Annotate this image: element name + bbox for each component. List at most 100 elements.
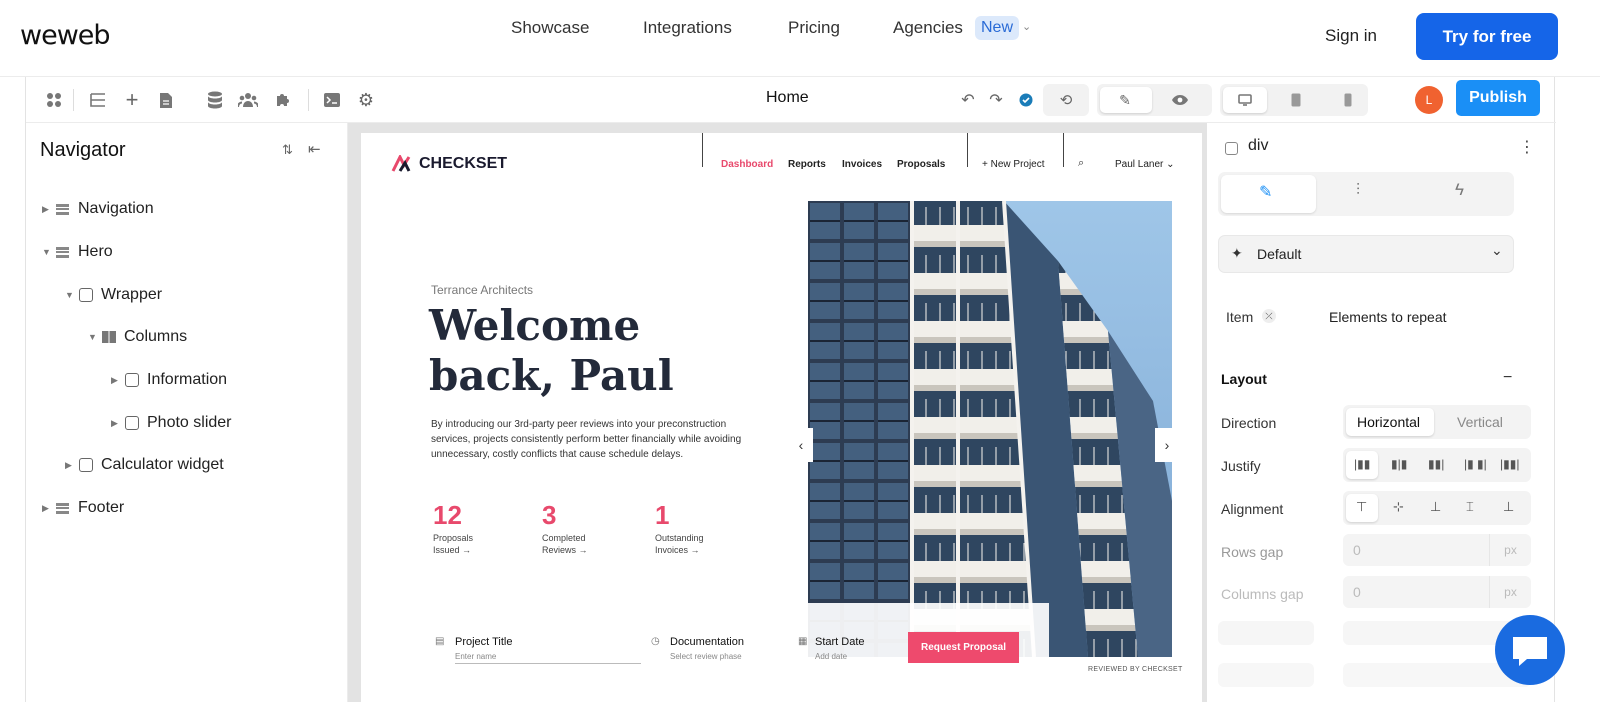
- caret-right-icon[interactable]: ▶: [111, 375, 125, 386]
- sync-icon[interactable]: ⟲: [1056, 90, 1076, 110]
- tablet-icon[interactable]: [1286, 90, 1306, 110]
- direction-vertical[interactable]: Vertical: [1457, 414, 1503, 430]
- justify-start-icon[interactable]: |▮▮: [1354, 457, 1370, 471]
- tree-item-calculator-widget[interactable]: ▶ Calculator widget: [65, 453, 224, 477]
- align-middle-icon[interactable]: ⊹: [1393, 499, 1404, 515]
- nav-invoices[interactable]: Invoices: [842, 159, 882, 170]
- element-checkbox[interactable]: [1225, 142, 1238, 155]
- lightning-icon[interactable]: ϟ: [1455, 180, 1464, 200]
- caret-down-icon[interactable]: ▼: [88, 332, 102, 342]
- sync-group: ⟲: [1043, 84, 1089, 116]
- caret-right-icon[interactable]: ▶: [65, 460, 79, 471]
- nav-reports[interactable]: Reports: [788, 159, 826, 170]
- tree-item-footer[interactable]: ▶ Footer: [42, 496, 124, 520]
- align-stretch-icon[interactable]: ⌶: [1466, 499, 1474, 515]
- sign-in-link[interactable]: Sign in: [1325, 26, 1377, 46]
- redo-icon[interactable]: ↷: [986, 90, 1006, 110]
- users-icon[interactable]: [238, 90, 258, 110]
- stat-link[interactable]: Invoices →: [655, 544, 704, 556]
- align-baseline-icon[interactable]: ⊥: [1503, 499, 1514, 515]
- collapse-icon[interactable]: −: [1503, 369, 1512, 387]
- rows-gap-input[interactable]: 0 px: [1343, 534, 1531, 566]
- new-project-link[interactable]: + New Project: [982, 159, 1045, 170]
- sparkle-icon: ✦: [1231, 245, 1243, 261]
- tree-item-hero[interactable]: ▼ Hero: [42, 240, 113, 264]
- start-date-input[interactable]: Add date: [815, 652, 847, 661]
- request-proposal-button[interactable]: Request Proposal: [908, 632, 1019, 663]
- caret-right-icon[interactable]: ▶: [111, 418, 125, 429]
- stat-link[interactable]: Issued →: [433, 544, 473, 556]
- nav-dashboard[interactable]: Dashboard: [721, 159, 773, 170]
- tree-item-information[interactable]: ▶ Information: [111, 368, 227, 392]
- tree-label: Calculator widget: [101, 456, 224, 473]
- caret-right-icon[interactable]: ▶: [42, 204, 56, 215]
- mobile-icon[interactable]: [1338, 90, 1358, 110]
- justify-between-icon[interactable]: |▮ ▮|: [1464, 457, 1487, 471]
- tree-label: Wrapper: [101, 286, 163, 303]
- publish-button[interactable]: Publish: [1456, 80, 1540, 116]
- collapse-all-icon[interactable]: ⇅: [282, 142, 293, 158]
- columns-icon: [102, 331, 116, 343]
- caret-down-icon[interactable]: ▼: [42, 247, 56, 257]
- review-phase-select[interactable]: Select review phase: [670, 652, 742, 661]
- nav-proposals[interactable]: Proposals: [897, 159, 945, 170]
- user-avatar[interactable]: L: [1415, 86, 1443, 114]
- weweb-logo[interactable]: weweb: [20, 20, 111, 51]
- search-icon[interactable]: ⌕: [1078, 157, 1084, 170]
- page-name[interactable]: Home: [766, 89, 809, 107]
- try-for-free-button[interactable]: Try for free: [1416, 13, 1558, 60]
- justify-center-icon[interactable]: ▮|▮: [1391, 457, 1407, 471]
- justify-around-icon[interactable]: |▮▮|: [1500, 457, 1519, 471]
- stat-value: 3: [542, 500, 557, 530]
- user-menu[interactable]: Paul Laner ⌄: [1115, 159, 1175, 170]
- chevron-down-icon[interactable]: ⌄: [1022, 20, 1031, 33]
- settings-sliders-icon[interactable]: ⫶: [1356, 182, 1360, 200]
- project-name-input[interactable]: Enter name: [455, 652, 641, 664]
- settings-gear-icon[interactable]: ⚙: [356, 90, 376, 110]
- slider-next-button[interactable]: ›: [1155, 428, 1179, 462]
- tree-item-wrapper[interactable]: ▼ Wrapper: [65, 283, 162, 307]
- nav-agencies[interactable]: Agencies: [893, 18, 963, 38]
- direction-toggle: Horizontal Vertical: [1343, 405, 1531, 439]
- stat-link[interactable]: Reviews →: [542, 544, 588, 556]
- bind-icon[interactable]: ⤫: [1262, 309, 1276, 323]
- checkset-logo[interactable]: CHECKSET: [391, 155, 507, 173]
- page-icon[interactable]: [156, 90, 176, 110]
- stat-proposals[interactable]: 12 Proposals Issued →: [433, 501, 473, 556]
- plugin-icon[interactable]: [273, 90, 293, 110]
- align-top-icon[interactable]: ⊤: [1356, 499, 1367, 515]
- nav-integrations[interactable]: Integrations: [643, 18, 732, 38]
- state-select[interactable]: ✦ Default ⌄: [1218, 235, 1514, 273]
- stat-reviews[interactable]: 3 Completed Reviews →: [542, 501, 588, 556]
- nav-showcase[interactable]: Showcase: [511, 18, 589, 38]
- nav-pricing[interactable]: Pricing: [788, 18, 840, 38]
- desktop-icon[interactable]: [1235, 90, 1255, 110]
- apps-grid-icon[interactable]: [44, 90, 64, 110]
- stat-invoices[interactable]: 1 Outstanding Invoices →: [655, 501, 704, 556]
- database-icon[interactable]: [205, 90, 225, 110]
- pencil-icon[interactable]: ✎: [1115, 90, 1135, 110]
- canvas-page[interactable]: CHECKSET Dashboard Reports Invoices Prop…: [361, 133, 1202, 702]
- more-options-icon[interactable]: ⋮: [1519, 137, 1535, 157]
- chat-launcher-button[interactable]: [1495, 615, 1565, 685]
- tree-item-photo-slider[interactable]: ▶ Photo slider: [111, 411, 232, 435]
- caret-right-icon[interactable]: ▶: [42, 503, 56, 514]
- add-icon[interactable]: +: [122, 87, 142, 112]
- item-value[interactable]: Elements to repeat: [1329, 309, 1447, 325]
- slider-prev-button[interactable]: ‹: [789, 428, 813, 462]
- edit-style-icon[interactable]: ✎: [1259, 182, 1272, 202]
- tree-item-navigation[interactable]: ▶ Navigation: [42, 197, 154, 221]
- preview-eye-icon[interactable]: [1170, 90, 1190, 110]
- tree-item-columns[interactable]: ▼ Columns: [88, 325, 187, 349]
- align-bottom-icon[interactable]: ⊥: [1430, 499, 1441, 515]
- close-panel-icon[interactable]: ⇤: [308, 140, 321, 158]
- caret-down-icon[interactable]: ▼: [65, 290, 79, 300]
- justify-end-icon[interactable]: ▮▮|: [1428, 457, 1444, 471]
- rows-gap-unit[interactable]: px: [1489, 534, 1531, 566]
- clock-icon: ◷: [651, 636, 660, 647]
- columns-gap-unit[interactable]: px: [1489, 576, 1531, 608]
- columns-gap-input[interactable]: 0 px: [1343, 576, 1531, 608]
- terminal-icon[interactable]: [322, 90, 342, 110]
- tree-icon[interactable]: [88, 90, 108, 110]
- undo-icon[interactable]: ↶: [958, 90, 978, 110]
